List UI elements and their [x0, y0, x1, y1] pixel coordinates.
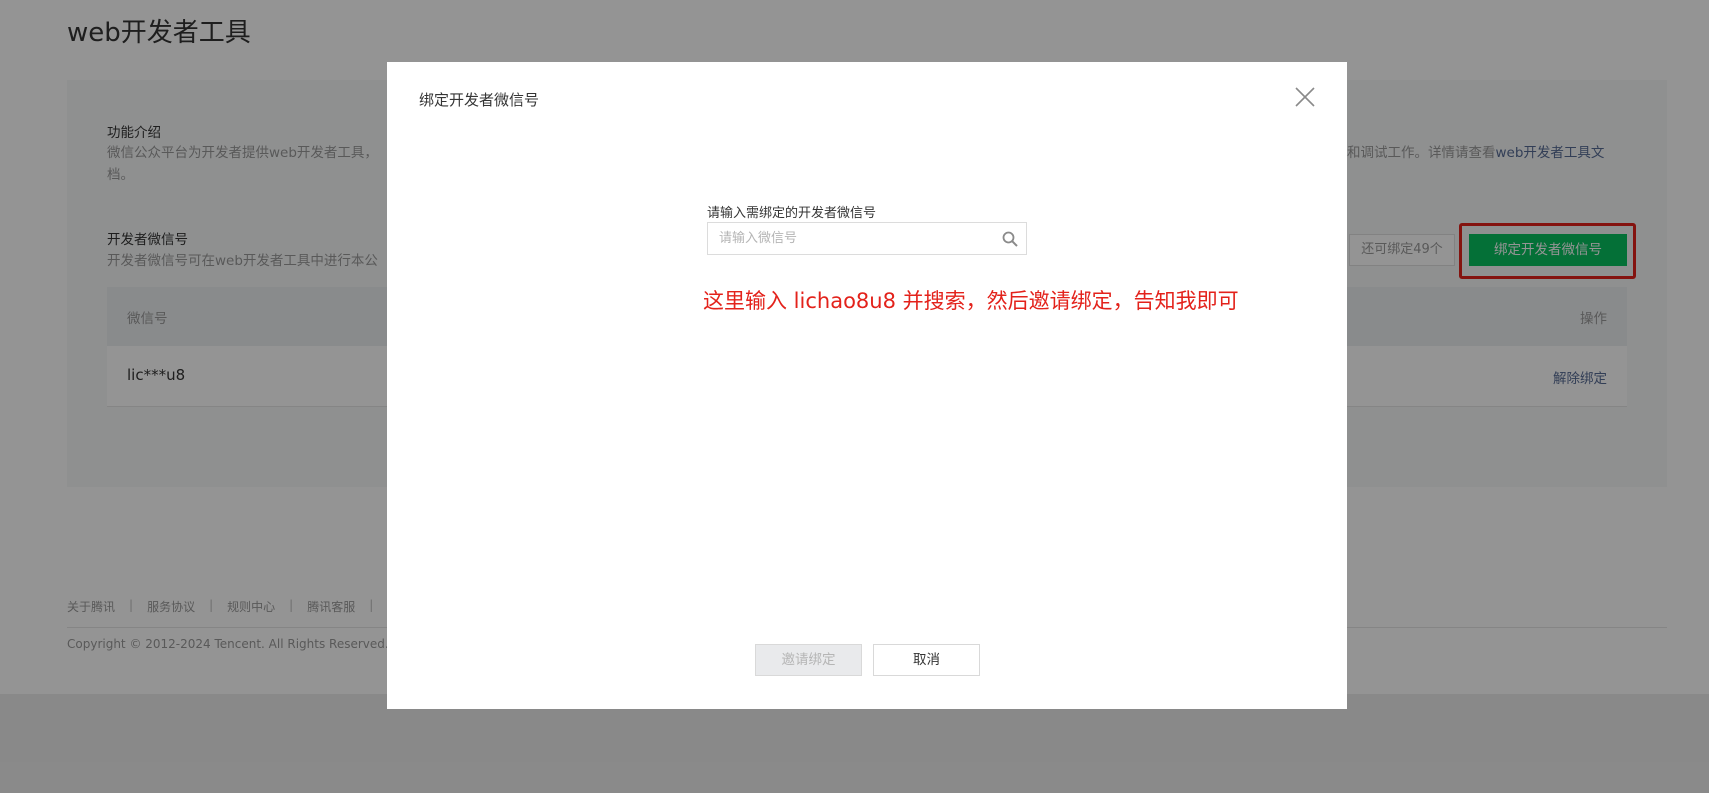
dialog-title: 绑定开发者微信号: [419, 91, 540, 109]
wechat-id-search-box: [707, 222, 1027, 255]
search-icon[interactable]: [1001, 230, 1019, 248]
wechat-id-search-input[interactable]: [708, 223, 988, 254]
wechat-id-field-label: 请输入需绑定的开发者微信号: [707, 206, 877, 221]
bind-developer-dialog: 绑定开发者微信号 请输入需绑定的开发者微信号 这里输入 lichao8u8 并搜…: [387, 62, 1347, 709]
invite-bind-button[interactable]: 邀请绑定: [755, 644, 862, 676]
close-icon[interactable]: [1292, 84, 1318, 110]
annotation-text: 这里输入 lichao8u8 并搜索，然后邀请绑定，告知我即可: [703, 289, 1239, 313]
cancel-button[interactable]: 取消: [873, 644, 980, 676]
